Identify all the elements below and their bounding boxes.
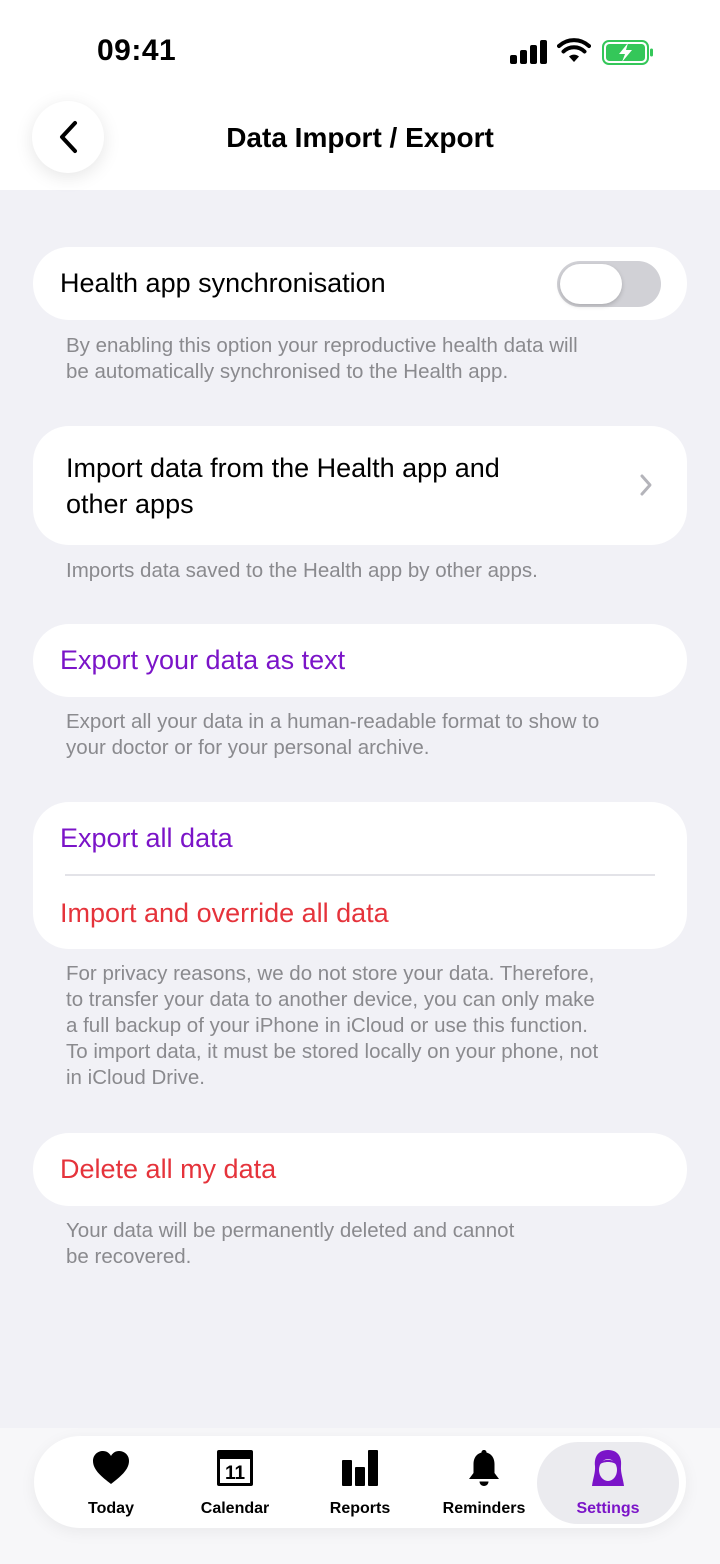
woman-avatar-icon (592, 1450, 624, 1486)
tab-today[interactable]: Today (48, 1436, 174, 1528)
health-sync-card: Health app synchronisation (33, 247, 687, 320)
chevron-right-icon (640, 474, 652, 496)
bar-chart-icon (342, 1450, 378, 1486)
cellular-signal-icon (510, 40, 548, 64)
tab-label: Reminders (442, 1500, 526, 1517)
health-sync-label: Health app synchronisation (60, 268, 386, 298)
tab-label: Settings (576, 1500, 640, 1517)
delete-footnote: Your data will be permanently deleted an… (66, 1219, 515, 1268)
tab-bar-area: Today 11 Calendar Reports Reminders Sett… (0, 1428, 720, 1564)
tab-settings[interactable]: Settings (545, 1436, 671, 1528)
calendar-icon: 11 (217, 1450, 253, 1486)
tab-reminders[interactable]: Reminders (421, 1436, 547, 1528)
tab-label: Calendar (200, 1500, 270, 1517)
export-all-data-button[interactable]: Export all data (60, 820, 233, 856)
toggle-knob (560, 264, 622, 304)
tab-calendar[interactable]: 11 Calendar (172, 1436, 298, 1528)
heart-icon (93, 1451, 129, 1484)
backup-card: Export all data Import and override all … (33, 802, 687, 949)
wifi-icon (557, 38, 591, 62)
divider (65, 874, 655, 876)
health-sync-footnote: By enabling this option your reproductiv… (66, 334, 578, 383)
status-bar: 09:41 (0, 0, 720, 100)
backup-footnote: For privacy reasons, we do not store you… (66, 962, 599, 1089)
delete-data-label: Delete all my data (60, 1154, 277, 1184)
tab-label: Reports (329, 1500, 391, 1517)
export-text-row[interactable]: Export your data as text (33, 624, 687, 697)
page-title: Data Import / Export (226, 122, 494, 153)
import-health-label: Import data from the Health app and othe… (66, 453, 500, 519)
export-text-footnote: Export all your data in a human-readable… (66, 710, 600, 759)
health-sync-toggle[interactable] (557, 261, 661, 307)
battery-charging-icon (602, 40, 653, 65)
calendar-day-number: 11 (225, 1463, 246, 1484)
import-health-footnote: Imports data saved to the Health app by … (66, 559, 538, 582)
delete-data-row[interactable]: Delete all my data (33, 1133, 687, 1206)
tab-bar: Today 11 Calendar Reports Reminders Sett… (34, 1436, 686, 1528)
status-time: 09:41 (97, 34, 177, 67)
tab-label: Today (88, 1500, 134, 1517)
bell-icon (469, 1450, 499, 1486)
export-text-label: Export your data as text (60, 645, 346, 675)
import-health-row[interactable]: Import data from the Health app and othe… (33, 426, 687, 545)
tab-reports[interactable]: Reports (297, 1436, 423, 1528)
import-override-button[interactable]: Import and override all data (60, 895, 389, 931)
navigation-bar: Data Import / Export (0, 100, 720, 190)
